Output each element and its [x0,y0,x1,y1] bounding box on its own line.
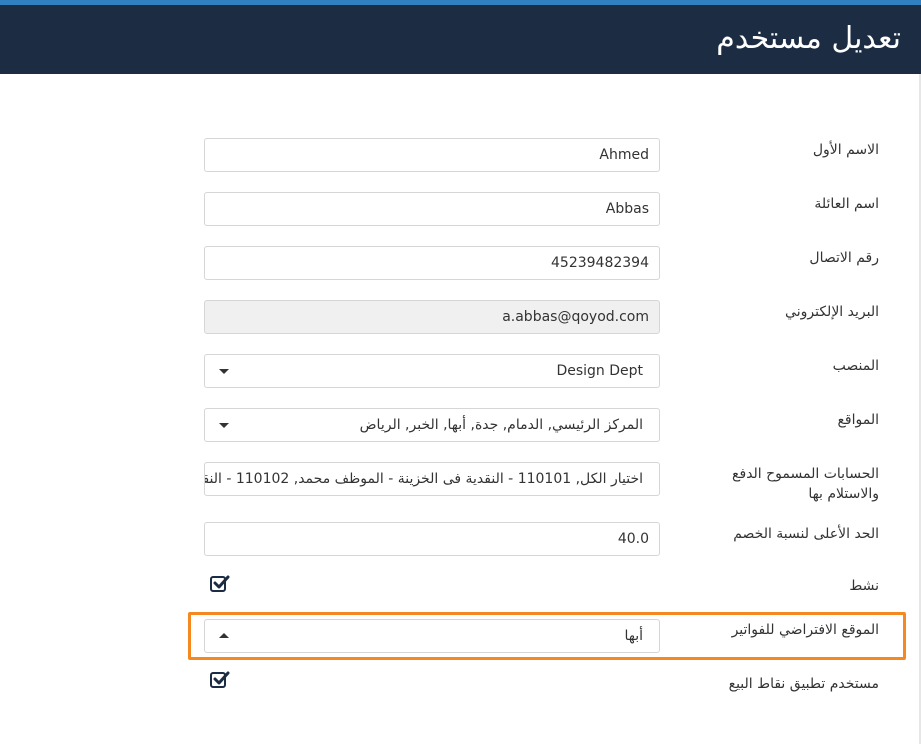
accounts-value: اختيار الكل, 110101 - النقدية فى الخزينة… [205,471,643,487]
active-label: نشط [849,578,879,594]
last-name-label: اسم العائلة [814,196,879,212]
locations-label: المواقع [837,412,879,428]
email-value: a.abbas@qoyod.com [502,309,649,325]
page-header: تعديل مستخدم [0,5,921,74]
pos-user-label: مستخدم تطبيق نقاط البيع [728,676,879,692]
position-value: Design Dept [556,363,643,379]
locations-select[interactable]: المركز الرئيسي, الدمام, جدة, أبها, الخبر… [204,408,660,442]
check-icon [213,575,230,589]
first-name-label: الاسم الأول [812,142,879,158]
accounts-label-line1: الحسابات المسموح الدفع [732,466,879,482]
max-discount-input[interactable]: 40.0 [204,522,660,556]
first-name-value: Ahmed [599,147,649,163]
default-invoice-location-label: الموقع الافتراضي للفواتير [731,622,879,638]
chevron-down-icon [219,423,229,428]
max-discount-value: 40.0 [617,531,649,547]
last-name-value: Abbas [605,201,649,217]
accounts-multiselect[interactable]: اختيار الكل, 110101 - النقدية فى الخزينة… [204,462,660,496]
check-icon [213,671,230,685]
pos-user-checkbox[interactable] [210,671,230,688]
position-select[interactable]: Design Dept [204,354,660,388]
default-invoice-location-value: أبها [624,628,643,644]
phone-input[interactable]: 45239482394 [204,246,660,280]
last-name-input[interactable]: Abbas [204,192,660,226]
phone-value: 45239482394 [551,255,649,271]
phone-label: رقم الاتصال [809,250,879,266]
locations-value: المركز الرئيسي, الدمام, جدة, أبها, الخبر… [359,417,643,433]
first-name-input[interactable]: Ahmed [204,138,660,172]
email-label: البريد الإلكتروني [785,304,879,320]
chevron-up-icon [219,633,229,638]
active-checkbox[interactable] [210,575,230,592]
email-field: a.abbas@qoyod.com [204,300,660,334]
accounts-label: الحسابات المسموح الدفع والاستلام بها [659,464,879,504]
page-title: تعديل مستخدم [716,21,901,56]
accounts-label-line2: والاستلام بها [808,486,879,502]
max-discount-label: الحد الأعلى لنسبة الخصم [733,526,879,542]
position-label: المنصب [832,358,879,374]
default-invoice-location-select[interactable]: أبها [204,619,660,653]
chevron-down-icon [219,369,229,374]
